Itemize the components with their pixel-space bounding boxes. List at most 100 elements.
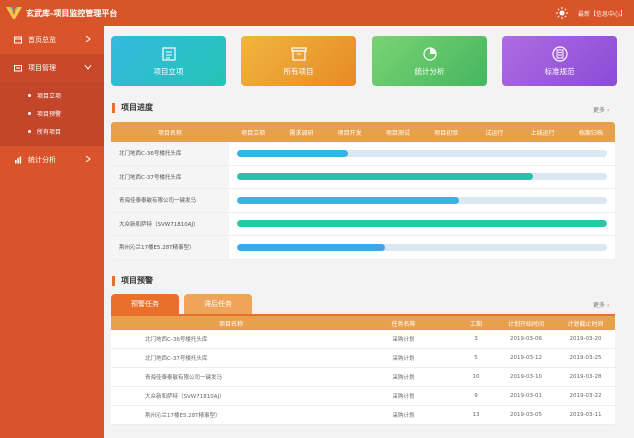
start-date: 2019-03-05 [510, 412, 542, 418]
progress-track [237, 243, 607, 251]
task-name: 采购计划 [392, 375, 415, 381]
table-row[interactable]: 青海佳泰泰敏有限公司一键发马 [111, 189, 615, 213]
quick-cards: 项目立项 所有项目 统计分析 标准规范 [111, 36, 617, 86]
progress-track [237, 196, 607, 204]
box-icon [290, 46, 307, 61]
progress-cell [229, 173, 615, 181]
chevron-down-icon [84, 64, 92, 70]
start-date: 2019-03-06 [510, 336, 542, 342]
chart-icon [15, 156, 22, 164]
top-bar: 玄武库-项目监控管理平台 最新【信息中心】 [0, 0, 634, 26]
card-label: 所有项目 [283, 66, 314, 76]
duration: 5 [474, 355, 478, 361]
table-row[interactable]: 北门地西C-37号楼托头库 采购计划 5 2019-03-12 2019-03-25 [111, 349, 615, 368]
bullet-icon [28, 93, 31, 97]
project-setup-icon [161, 46, 176, 61]
sun-icon[interactable] [555, 7, 568, 19]
sidebar-item-label: 项目管理 [28, 64, 56, 72]
chevron-right-icon: › [607, 302, 610, 309]
main-content: 项目立项 所有项目 统计分析 标准规范 项目进度 更多 › 项目名称 项目立项 需… [104, 26, 634, 438]
table-row[interactable]: 荆州沁兰17楼E5.28T精事型） 采购计划 13 2019-03-05 2019-03… [111, 406, 615, 425]
progress-table-header: 项目名称 项目立项 需求调研 项目开发 项目测试 项目初验 试运行 上线运行 档… [111, 122, 615, 142]
task-name: 采购计划 [392, 413, 415, 419]
project-name: 北门地西C-36号楼托头库 [145, 337, 208, 343]
progress-cell [229, 149, 615, 157]
sidebar-subitem-project-setup[interactable]: 项目立项 [0, 86, 104, 104]
progress-fill [237, 220, 607, 228]
sidebar-subitem-project-warning[interactable]: 项目预警 [0, 104, 104, 122]
table-row[interactable]: 大众新和萨特（SVW71810AJ） [111, 212, 615, 236]
project-name: 荆州沁兰17楼E5.28T精事型） [145, 413, 221, 419]
progress-table: 项目名称 项目立项 需求调研 项目开发 项目测试 项目初验 试运行 上线运行 档… [111, 122, 615, 260]
bullet-icon [28, 129, 31, 133]
column-header-stage: 项目开发 [337, 129, 362, 137]
sidebar-item-project-management[interactable]: 项目管理 [0, 54, 104, 82]
table-row[interactable]: 青海佳泰泰敏有限公司一键发马 采购计划 10 2019-03-10 2019-03-28 [111, 368, 615, 387]
table-row[interactable]: 北门地西C-37号楼托头库 [111, 165, 615, 189]
column-header-name: 项目名称 [157, 129, 182, 137]
warning-more-link[interactable]: 更多 › [593, 300, 609, 309]
sidebar-subitem-all-projects[interactable]: 所有项目 [0, 122, 104, 140]
tab-warning-tasks[interactable]: 预警任务 [111, 294, 179, 314]
project-name: 大众新和萨特（SVW71810AJ） [145, 394, 225, 400]
progress-cell [229, 220, 615, 228]
warning-table: 项目名称 任务名称 工期 计划开始时间 计划截止时间 北门地西C-36号楼托头库… [111, 316, 615, 425]
duration: 9 [474, 393, 478, 399]
progress-cell [229, 243, 615, 251]
sidebar-item-home[interactable]: 首页总览 [0, 26, 104, 54]
top-right: 最新【信息中心】 [555, 0, 626, 26]
card-statistics[interactable]: 统计分析 [372, 36, 487, 86]
column-header-stage: 档案归档 [578, 129, 603, 137]
sidebar-subitem-label: 项目预警 [37, 110, 62, 118]
warning-section-title: 项目预警 [112, 276, 153, 286]
progress-cell [229, 196, 615, 204]
app-title: 玄武库-项目监控管理平台 [26, 8, 118, 18]
end-date: 2019-03-25 [569, 355, 602, 361]
sidebar: 首页总览 项目管理 项目立项 项目预警 所有项目 统计分析 [0, 26, 104, 438]
end-date: 2019-03-22 [569, 393, 602, 399]
column-header-name: 项目名称 [218, 320, 243, 328]
progress-table-body: 北门地西C-36号楼托头库 北门地西C-37号楼托头库 青海佳泰泰敏有限公司一键发马… [111, 142, 615, 260]
start-date: 2019-03-01 [510, 393, 542, 399]
project-sub-menu: 项目立项 项目预警 所有项目 [0, 82, 104, 146]
card-all-projects[interactable]: 所有项目 [241, 36, 356, 86]
card-label: 标准规范 [544, 66, 575, 76]
progress-fill [237, 149, 348, 157]
progress-fill [237, 243, 385, 251]
card-project-setup[interactable]: 项目立项 [111, 36, 226, 86]
table-row[interactable]: 北门地西C-36号楼托头库 [111, 142, 615, 166]
end-date: 2019-03-20 [569, 336, 602, 342]
table-row[interactable]: 荆州沁兰17楼E5.28T精事型） [111, 236, 615, 260]
user-info-link[interactable]: 最新【信息中心】 [578, 9, 626, 18]
column-header-stage: 项目测试 [385, 129, 410, 137]
card-standards[interactable]: 标准规范 [502, 36, 617, 86]
chevron-right-icon [85, 35, 91, 43]
chevron-right-icon: › [607, 107, 610, 114]
end-date: 2019-03-28 [569, 374, 602, 380]
tab-delayed-tasks[interactable]: 滞后任务 [184, 294, 252, 314]
progress-fill [237, 196, 459, 204]
progress-section-title: 项目进度 [112, 103, 153, 113]
progress-fill [237, 173, 533, 181]
progress-more-link[interactable]: 更多 › [593, 105, 609, 114]
progress-track [237, 149, 607, 157]
column-header-end: 计划截止时间 [567, 320, 604, 328]
sidebar-item-label: 首页总览 [28, 36, 56, 44]
start-date: 2019-03-10 [510, 374, 542, 380]
start-date: 2019-03-12 [510, 355, 542, 361]
folder-icon [14, 65, 22, 72]
column-header-stage: 上线运行 [530, 129, 555, 137]
column-header-stage: 试运行 [485, 129, 504, 137]
task-name: 采购计划 [392, 356, 415, 362]
duration: 3 [474, 336, 478, 342]
column-header-start: 计划开始时间 [507, 320, 544, 328]
home-icon [14, 36, 22, 44]
project-name: 青海佳泰泰敏有限公司一键发马 [145, 375, 223, 381]
project-name: 北门地西C-37号楼托头库 [145, 356, 208, 362]
table-row[interactable]: 北门地西C-36号楼托头库 采购计划 3 2019-03-06 2019-03-20 [111, 330, 615, 349]
logo-icon [6, 7, 22, 19]
sidebar-item-statistics[interactable]: 统计分析 [0, 146, 104, 174]
column-header-stage: 项目立项 [241, 129, 266, 137]
table-row[interactable]: 大众新和萨特（SVW71810AJ） 采购计划 9 2019-03-01 2019-03… [111, 387, 615, 406]
column-header-stage: 需求调研 [289, 129, 314, 137]
